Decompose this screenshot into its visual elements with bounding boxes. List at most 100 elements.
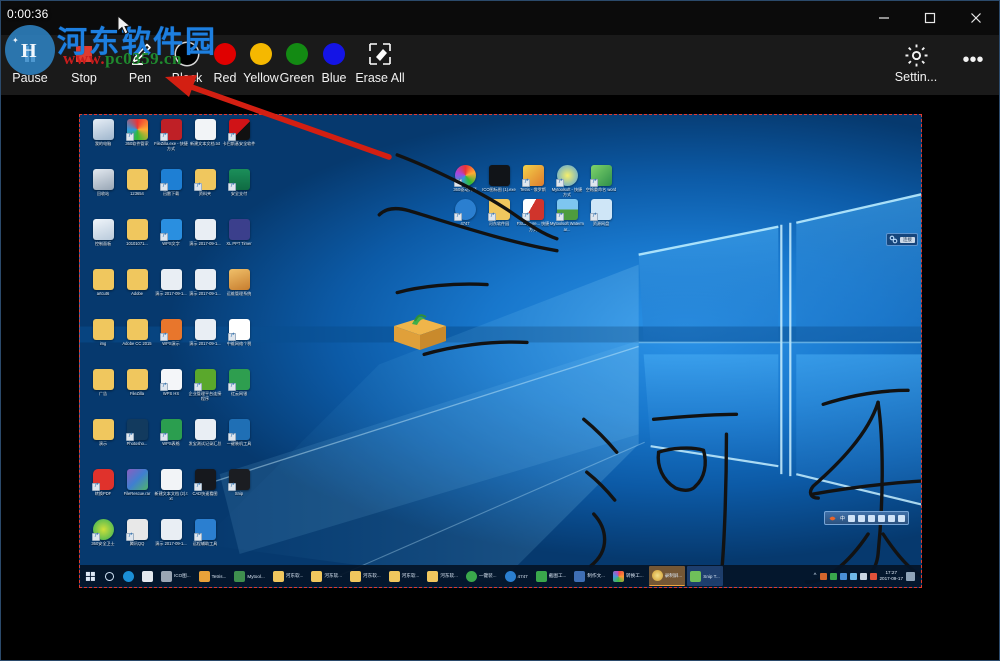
desktop-icon[interactable]: 新建文本文档 (2).txt	[154, 469, 188, 517]
desktop-icon[interactable]: img	[86, 319, 120, 367]
desktop-icon[interactable]: 演示 2017-09-1...	[188, 319, 222, 367]
minimize-button[interactable]	[861, 1, 907, 35]
desktop-icon[interactable]: 河东软件园	[482, 199, 516, 231]
desktop-icon[interactable]: CAD快速看图	[188, 469, 222, 517]
desktop-icon[interactable]: Mytoolsoft - 快捷方式	[550, 165, 584, 197]
ime-toolbar[interactable]: 中	[823, 511, 909, 525]
desktop-icon[interactable]: 10101071...	[120, 219, 154, 267]
desktop-icon[interactable]: WPS HS	[154, 369, 188, 417]
desktop-icon[interactable]: Tetris - 俄罗斯	[516, 165, 550, 197]
desktop-icon[interactable]: 演示	[86, 419, 120, 467]
message-icon[interactable]	[839, 572, 847, 580]
pause-button[interactable]: Pause	[2, 39, 58, 85]
desktop-icon[interactable]: 演示 2017-09-1...	[154, 269, 188, 317]
desktop-icon[interactable]: WPS文字	[154, 219, 188, 267]
settings-button[interactable]: Settin...	[887, 41, 945, 84]
desktop-icon[interactable]: XL PPT Timer	[222, 219, 256, 267]
floating-widget[interactable]: 连接	[886, 233, 918, 246]
desktop-icon[interactable]: 演示 2017-09-1...	[188, 219, 222, 267]
desktop-icon[interactable]: 回收站	[86, 169, 120, 217]
desktop-icon[interactable]: Snip	[222, 469, 256, 517]
taskbar-item[interactable]: 河东软...	[308, 566, 345, 586]
desktop-icon[interactable]: 安全支付	[222, 169, 256, 217]
desktop-icon[interactable]: ICO图标图 (1).exe	[482, 165, 516, 197]
taskbar-item-store[interactable]	[139, 566, 156, 586]
desktop-icon[interactable]: Adobe	[120, 269, 154, 317]
start-button[interactable]	[82, 566, 99, 586]
desktop-icon[interactable]: WPS表格	[154, 419, 188, 467]
desktop-icon[interactable]: 中维网络个税	[222, 319, 256, 367]
desktop-icon[interactable]: WPS演示	[154, 319, 188, 367]
ime-mode-label[interactable]: 中	[840, 515, 845, 522]
desktop-icon[interactable]: FileZilla.exe - 快捷方式	[154, 119, 188, 167]
safety-icon[interactable]	[819, 572, 827, 580]
desktop-icon[interactable]: Photosho...	[120, 419, 154, 467]
taskbar-clock[interactable]: 17:27 2017-09-17	[880, 570, 904, 582]
taskbar-item[interactable]: 河东软...	[270, 566, 307, 586]
network-icon[interactable]	[849, 572, 857, 580]
desktop-icon[interactable]: 运维管理系统	[222, 269, 256, 317]
desktop-icon[interactable]: 我的电脑	[86, 119, 120, 167]
desktop-icon[interactable]: 腾讯QQ	[120, 519, 154, 567]
taskbar-item-edge[interactable]	[120, 566, 137, 586]
half-width-icon[interactable]	[848, 514, 855, 522]
desktop-icon[interactable]: 卡巴斯基安全软件	[222, 119, 256, 167]
taskbar-item[interactable]: ICO图...	[158, 566, 194, 586]
taskbar-item[interactable]: Mytool...	[231, 566, 267, 586]
battery-icon[interactable]	[869, 572, 877, 580]
desktop-icon[interactable]: 转换PDF	[86, 469, 120, 517]
screen-icon[interactable]	[829, 572, 837, 580]
settings-icon[interactable]	[858, 514, 865, 522]
desktop-icon[interactable]: 360安全卫士	[86, 519, 120, 567]
close-button[interactable]	[953, 1, 999, 35]
taskbar-item-recorder[interactable]: 录制屏...	[648, 566, 686, 586]
desktop-icon[interactable]: 迅雷下载	[154, 169, 188, 217]
desktop-icon[interactable]: FSCapture... 快捷方式	[516, 199, 550, 232]
desktop-icon[interactable]: 控制面板	[86, 219, 120, 267]
desktop-icon[interactable]: FileZilla	[120, 369, 154, 417]
desktop-icon[interactable]: 123654	[120, 169, 154, 217]
desktop-icon[interactable]: artcut6	[86, 269, 120, 317]
search-button[interactable]	[101, 566, 118, 586]
desktop-icon[interactable]: Adobe CC 2015	[120, 319, 154, 367]
volume-icon[interactable]	[859, 572, 867, 580]
erase-all-button[interactable]: Erase All	[349, 39, 411, 85]
taskbar-item-snip[interactable]: Snip T...	[687, 566, 723, 586]
taskbar-item[interactable]: 制作文...	[571, 566, 608, 586]
taskbar-item[interactable]: Tetris...	[196, 566, 230, 586]
stop-button[interactable]: Stop	[56, 39, 112, 85]
desktop-icon[interactable]: 一键装机工具	[222, 419, 256, 467]
taskbar-item[interactable]: 4747	[502, 566, 531, 586]
desktop-icon[interactable]: 企业管理平台连接程序	[188, 369, 222, 417]
desktop-icon[interactable]: FileRescue.rar	[120, 469, 154, 517]
taskbar-item[interactable]: 转换工...	[610, 566, 647, 586]
taskbar-item[interactable]: 河东软...	[386, 566, 423, 586]
desktop-icon[interactable]: Mytoolsoft Watermar...	[550, 199, 584, 232]
taskbar-item[interactable]: 截图工...	[533, 566, 570, 586]
sogou-icon[interactable]	[828, 514, 837, 523]
desktop-icon[interactable]: 发宝测试记录汇总	[188, 419, 222, 467]
desktop-icon[interactable]: 4747	[448, 199, 482, 231]
desktop-icon[interactable]: 演示 2017-09-1...	[188, 269, 222, 317]
desktop-icon[interactable]: 新建文本文档.txt	[188, 119, 222, 167]
desktop-icon[interactable]: 360软件管家	[120, 119, 154, 167]
show-desktop-icon[interactable]	[906, 571, 915, 581]
more-options-button[interactable]: •••	[953, 50, 993, 70]
voice-icon[interactable]	[878, 514, 885, 522]
taskbar-item[interactable]: 河东软...	[347, 566, 384, 586]
desktop-icon[interactable]: 空格重命名 word	[584, 165, 618, 197]
desktop-icon[interactable]: 360驱动大师	[448, 165, 482, 197]
taskbar-item[interactable]: 河东软...	[424, 566, 461, 586]
chevron-up-icon[interactable]: ^	[814, 573, 817, 579]
keyboard-icon[interactable]	[868, 514, 875, 522]
desktop-icon[interactable]: 红云网银	[222, 369, 256, 417]
maximize-button[interactable]	[907, 1, 953, 35]
skin-icon[interactable]	[898, 514, 905, 522]
desktop-icon[interactable]: 广告	[86, 369, 120, 417]
toolbox-icon[interactable]	[888, 514, 895, 522]
desktop-icon[interactable]: 演示 2017-09-1...	[154, 519, 188, 567]
desktop-icon[interactable]: 资源网盘	[584, 199, 618, 231]
taskbar-item[interactable]: 一键装...	[463, 566, 500, 586]
desktop-icon[interactable]: 远程辅助工具	[188, 519, 222, 567]
desktop-icon[interactable]: 资料夹	[188, 169, 222, 217]
